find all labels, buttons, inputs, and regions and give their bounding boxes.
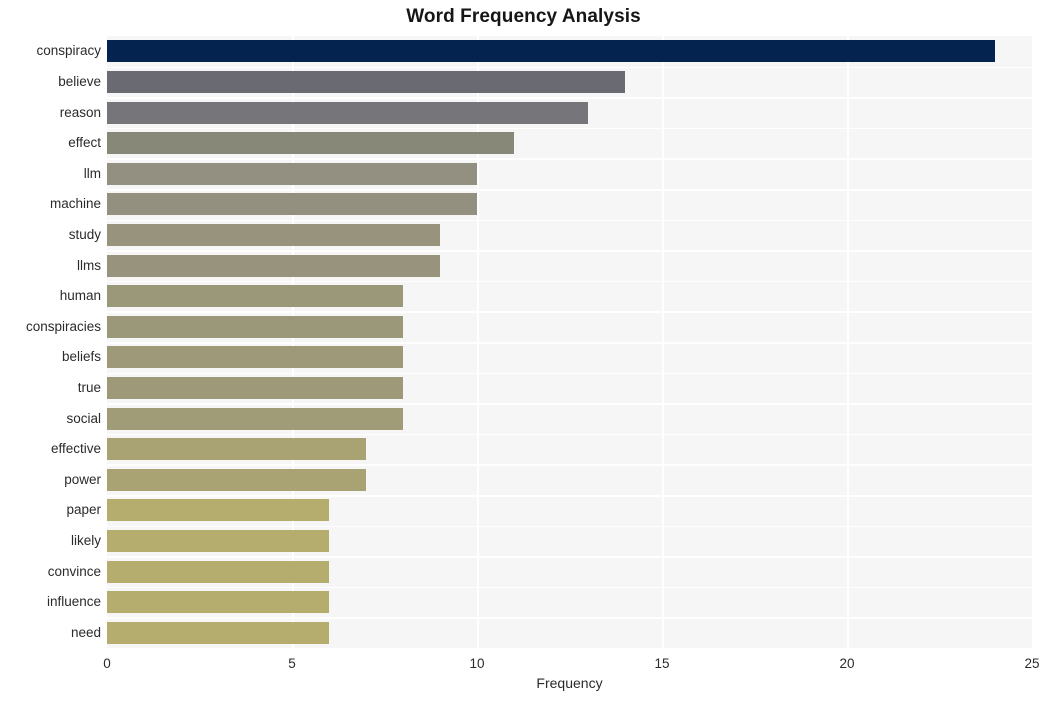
y-tick-label: conspiracy — [36, 43, 101, 59]
x-axis: Frequency 0 5 10 15 20 25 — [0, 648, 1047, 701]
bar — [107, 101, 588, 124]
word-frequency-chart: Word Frequency Analysis conspiracy believ… — [0, 0, 1047, 701]
x-axis-label: Frequency — [536, 675, 603, 691]
bar — [107, 346, 403, 369]
y-gridline — [107, 464, 1032, 466]
y-tick-label: social — [66, 410, 101, 426]
x-tick-label: 25 — [1024, 656, 1040, 671]
y-gridline — [107, 127, 1032, 130]
y-tick-label: need — [70, 624, 101, 640]
bar — [107, 438, 366, 461]
y-tick-label: llm — [83, 165, 101, 181]
bar — [107, 162, 477, 185]
y-gridline — [107, 556, 1032, 558]
chart-title: Word Frequency Analysis — [406, 6, 641, 27]
bar — [107, 407, 403, 430]
y-tick-label: llms — [77, 257, 101, 273]
bar — [107, 529, 329, 552]
bar — [107, 621, 329, 644]
y-tick-label: effective — [50, 441, 101, 457]
x-tick-label: 5 — [288, 656, 296, 671]
bar — [107, 376, 403, 399]
y-gridline — [107, 158, 1032, 160]
y-gridline — [107, 250, 1032, 252]
bar — [107, 70, 625, 93]
y-gridline — [107, 219, 1032, 222]
bar — [107, 591, 329, 614]
y-gridline — [107, 280, 1032, 283]
y-gridline — [107, 525, 1032, 528]
y-tick-label: true — [77, 379, 101, 395]
y-gridline — [107, 617, 1032, 619]
y-tick-label: conspiracies — [25, 318, 101, 334]
y-tick-label: power — [64, 471, 101, 487]
y-axis-tick-labels: conspiracy believe reason effect llm machine s… — [0, 36, 101, 648]
bar — [107, 40, 995, 63]
y-gridline — [107, 403, 1032, 405]
y-gridline — [107, 189, 1032, 191]
y-tick-label: effect — [68, 135, 101, 151]
bar — [107, 223, 440, 246]
y-tick-label: reason — [59, 104, 101, 120]
bar — [107, 499, 329, 522]
y-gridline — [107, 97, 1032, 99]
plot-area — [107, 36, 1032, 648]
y-gridline — [107, 372, 1032, 375]
bar — [107, 193, 477, 216]
bar — [107, 560, 329, 583]
y-gridline — [107, 66, 1032, 69]
y-tick-label: likely — [70, 532, 101, 548]
y-gridline — [107, 586, 1032, 589]
y-tick-label: believe — [58, 73, 101, 89]
y-gridline — [107, 311, 1032, 313]
bar — [107, 315, 403, 338]
y-gridline — [107, 433, 1032, 436]
bar — [107, 285, 403, 308]
x-tick-label: 15 — [654, 656, 670, 671]
x-tick-label: 10 — [469, 656, 485, 671]
y-tick-label: influence — [46, 594, 101, 610]
bar — [107, 254, 440, 277]
y-tick-label: convince — [47, 563, 101, 579]
y-gridline — [107, 495, 1032, 497]
x-tick-label: 0 — [103, 656, 111, 671]
bar — [107, 468, 366, 491]
x-tick-label: 20 — [839, 656, 855, 671]
y-tick-label: machine — [49, 196, 101, 212]
y-gridline — [107, 342, 1032, 344]
y-tick-label: human — [59, 288, 101, 304]
bar — [107, 132, 514, 155]
y-tick-label: beliefs — [61, 349, 101, 365]
y-tick-label: study — [68, 226, 101, 242]
y-tick-label: paper — [66, 502, 101, 518]
